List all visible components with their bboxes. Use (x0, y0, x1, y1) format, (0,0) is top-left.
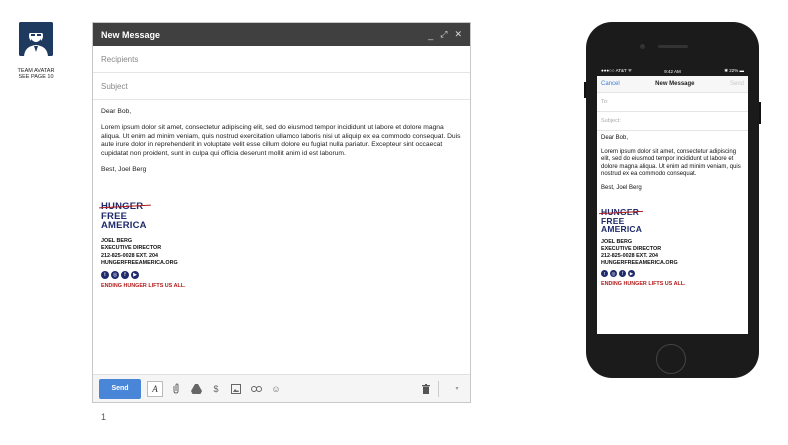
phone-message-body[interactable]: Dear Bob, Lorem ipsum dolor sit amet, co… (597, 131, 748, 192)
signature-name: JOEL BERG (101, 237, 133, 244)
link-icon[interactable] (249, 382, 263, 396)
twitter-icon[interactable]: t (101, 270, 109, 279)
minimize-icon[interactable]: _ (428, 30, 433, 40)
phone-subject-field[interactable]: Subject: (597, 112, 748, 131)
carrier-signal: ●●●○○ AT&T ᯤ (601, 68, 633, 73)
phone-signature-website[interactable]: HUNGERFREEAMERICA.ORG (601, 260, 748, 267)
phone-speaker (658, 45, 688, 48)
signature-website[interactable]: HUNGERFREEAMERICA.ORG (101, 260, 470, 267)
avatar-icon (19, 22, 53, 56)
phone-signature-name: JOEL BERG (601, 239, 633, 245)
logo-line-free: FREE (101, 210, 128, 222)
social-icons: t ◎ f ▶ (101, 270, 470, 279)
phone-send-button[interactable]: Send (730, 81, 744, 87)
phone-closing: Best, Joel Berg (601, 185, 642, 192)
cancel-button[interactable]: Cancel (601, 81, 620, 87)
message-closing: Best, Joel Berg (101, 166, 147, 174)
expand-icon[interactable]: ⤢ (440, 29, 447, 40)
avatar-caption-line2: SEE PAGE 10 (18, 74, 54, 80)
signature-tagline: ENDING HUNGER LIFTS US ALL. (101, 282, 186, 289)
compose-titlebar: New Message _ ⤢ ✕ (93, 23, 470, 46)
battery-status: ✱ 22% ▬ (724, 68, 744, 73)
email-signature: HUNGER FREE AMERICA JOEL BERG EXECUTIVE … (93, 202, 470, 289)
phone-camera (640, 44, 645, 49)
logo-line-america: AMERICA (101, 220, 147, 232)
phone-navbar: Cancel New Message Send (597, 76, 748, 93)
instagram-icon[interactable]: ◎ (111, 270, 119, 279)
send-button[interactable]: Send (99, 378, 141, 399)
phone-greeting: Dear Bob, (601, 135, 629, 141)
phone-mockup: ●●●○○ AT&T ᯤ 9:42 AM ✱ 22% ▬ Cancel New … (584, 22, 761, 378)
money-icon[interactable]: $ (209, 382, 223, 396)
phone-signature-tagline: ENDING HUNGER LIFTS US ALL. (601, 281, 686, 287)
close-icon[interactable]: ✕ (454, 29, 462, 40)
home-button[interactable] (656, 344, 686, 374)
attach-icon[interactable] (169, 382, 183, 396)
youtube-icon[interactable]: ▶ (628, 270, 635, 277)
facebook-icon[interactable]: f (121, 270, 129, 279)
phone-social-icons: t ◎ f ▶ (601, 270, 748, 277)
phone-logo-line-hunger: HUNGER (601, 208, 748, 217)
phone-signature-role: EXECUTIVE DIRECTOR (601, 246, 662, 252)
page-number: 1 (101, 412, 107, 422)
formatting-icon[interactable]: A (147, 380, 163, 397)
message-greeting: Dear Bob, (101, 108, 132, 115)
compose-toolbar: Send A $ ☺ ▾ (93, 374, 470, 402)
signature-role: EXECUTIVE DIRECTOR (101, 245, 162, 252)
facebook-icon[interactable]: f (619, 270, 626, 277)
logo-line-hunger: HUNGER (101, 202, 470, 212)
instagram-icon[interactable]: ◎ (610, 270, 617, 277)
signature-phone: 212-825-0028 EXT. 204 (101, 252, 158, 259)
signature-info: JOEL BERG EXECUTIVE DIRECTOR 212-825-002… (101, 238, 470, 268)
team-avatar (19, 22, 53, 56)
emoji-icon[interactable]: ☺ (269, 382, 283, 396)
phone-screen: ●●●○○ AT&T ᯤ 9:42 AM ✱ 22% ▬ Cancel New … (597, 66, 748, 334)
photo-icon[interactable] (229, 382, 243, 396)
phone-signature: HUNGER FREE AMERICA JOEL BERG EXECUTIVE … (597, 208, 748, 287)
phone-signature-info: JOEL BERG EXECUTIVE DIRECTOR 212-825-002… (601, 239, 748, 267)
phone-status-bar: ●●●○○ AT&T ᯤ 9:42 AM ✱ 22% ▬ (597, 66, 748, 76)
youtube-icon[interactable]: ▶ (131, 270, 139, 279)
message-body[interactable]: Dear Bob, Lorem ipsum dolor sit amet, co… (93, 100, 470, 174)
recipients-field[interactable]: Recipients (93, 46, 470, 73)
twitter-icon[interactable]: t (601, 270, 608, 277)
phone-logo-line-america: AMERICA (601, 224, 643, 235)
toolbar-divider (438, 380, 439, 397)
compose-window: New Message _ ⤢ ✕ Recipients Subject Dea… (92, 22, 471, 403)
avatar-caption: TEAM AVATAR SEE PAGE 10 (8, 68, 64, 80)
compose-title: New Message (101, 29, 161, 40)
message-paragraph: Lorem ipsum dolor sit amet, consectetur … (101, 124, 461, 157)
phone-to-field[interactable]: To: (597, 93, 748, 112)
phone-paragraph: Lorem ipsum dolor sit amet, consectetur … (601, 149, 741, 177)
subject-field[interactable]: Subject (93, 73, 470, 100)
trash-icon[interactable] (419, 382, 433, 396)
phone-title: New Message (655, 81, 695, 87)
more-options-icon[interactable]: ▾ (450, 382, 464, 396)
drive-icon[interactable] (189, 382, 203, 396)
phone-signature-phone: 212-825-0028 EXT. 204 (601, 253, 658, 259)
